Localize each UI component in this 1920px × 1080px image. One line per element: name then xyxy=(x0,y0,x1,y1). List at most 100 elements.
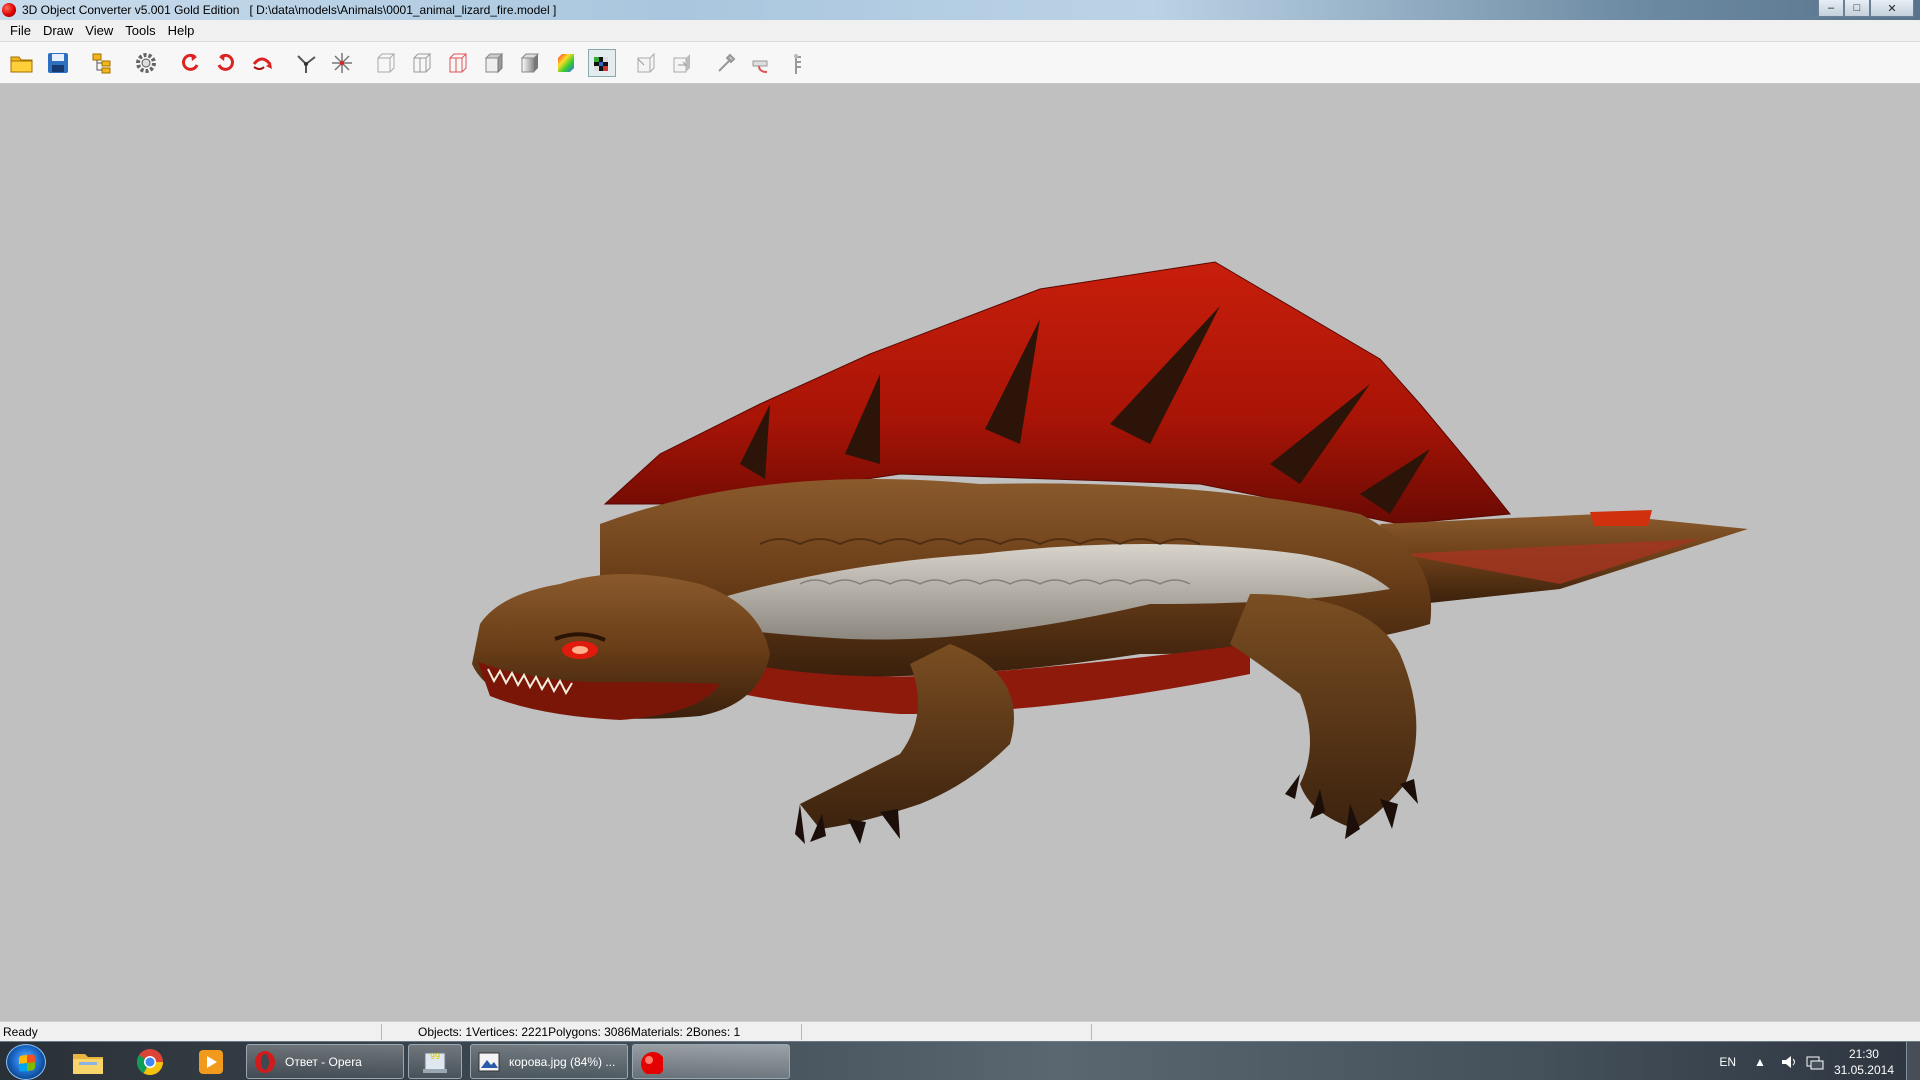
task-notepad[interactable]: 99 xyxy=(408,1044,462,1079)
image-viewer-icon xyxy=(478,1052,500,1071)
title-bar[interactable]: 3D Object Converter v5.001 Gold Edition … xyxy=(0,0,1920,20)
windows-logo-icon xyxy=(19,1054,35,1072)
settings-button[interactable] xyxy=(132,49,160,77)
volume-icon[interactable] xyxy=(1780,1054,1798,1070)
minimize-button[interactable]: – xyxy=(1818,0,1844,17)
pinned-explorer[interactable] xyxy=(62,1045,114,1079)
lizard-model xyxy=(472,261,1748,844)
clock[interactable]: 21:30 31.05.2014 xyxy=(1834,1046,1894,1078)
wireframe-box-icon xyxy=(413,53,432,72)
start-button[interactable] xyxy=(6,1044,46,1080)
task-opera[interactable]: Ответ - Opera xyxy=(246,1044,404,1079)
maximize-button[interactable]: □ xyxy=(1844,0,1870,17)
status-stats: Objects: 1 Vertices: 2221 Polygons: 3086… xyxy=(382,1023,802,1040)
rotate-right-button[interactable] xyxy=(212,49,240,77)
language-indicator[interactable]: EN xyxy=(1719,1055,1736,1069)
color-button[interactable] xyxy=(552,49,580,77)
status-materials: Materials: 2 xyxy=(630,1024,693,1039)
show-hidden-icons-icon[interactable]: ▲ xyxy=(1754,1055,1766,1069)
menu-help[interactable]: Help xyxy=(162,23,201,38)
status-objects: Objects: 1 xyxy=(418,1024,473,1039)
pinned-chrome[interactable] xyxy=(124,1045,176,1079)
menu-file[interactable]: File xyxy=(4,23,37,38)
open-folder-icon xyxy=(10,56,33,72)
rotate-free-icon xyxy=(252,57,272,70)
hierarchy-button[interactable] xyxy=(88,49,116,77)
wireframe-box-button[interactable] xyxy=(408,49,436,77)
axes-icon xyxy=(297,54,316,73)
menu-tools[interactable]: Tools xyxy=(119,23,161,38)
3d-object-converter-icon xyxy=(641,1051,663,1074)
toolbar xyxy=(0,42,1920,84)
task-image-viewer[interactable]: корова.jpg (84%) ... xyxy=(470,1044,628,1079)
open-button[interactable] xyxy=(8,49,36,77)
status-pane-empty xyxy=(802,1023,1092,1040)
task-3d-object-converter[interactable] xyxy=(632,1044,790,1079)
flat-shade-button[interactable] xyxy=(480,49,508,77)
color-icon xyxy=(558,53,574,72)
window-controls: – □ ✕ xyxy=(1818,0,1914,17)
status-pane-rest xyxy=(1092,1024,1920,1040)
status-ready: Ready xyxy=(0,1023,382,1040)
rotate-free-button[interactable] xyxy=(248,49,276,77)
close-button[interactable]: ✕ xyxy=(1870,0,1914,17)
task-opera-label: Ответ - Opera xyxy=(285,1054,362,1069)
normals-button[interactable] xyxy=(632,49,660,77)
window-title: 3D Object Converter v5.001 Gold Edition … xyxy=(22,3,557,17)
smooth-shade-button[interactable] xyxy=(516,49,544,77)
backface-icon xyxy=(673,53,690,72)
svg-text:99: 99 xyxy=(430,1052,440,1061)
backface-button[interactable] xyxy=(668,49,696,77)
smooth-shade-icon xyxy=(520,53,540,72)
light-icon xyxy=(718,53,736,72)
minimize-icon: – xyxy=(1827,2,1835,14)
settings-gear-icon xyxy=(136,52,156,73)
clock-date: 31.05.2014 xyxy=(1833,1062,1894,1077)
app-icon[interactable] xyxy=(2,3,16,17)
wireframe-button[interactable] xyxy=(372,49,400,77)
status-polygons: Polygons: 3086 xyxy=(548,1024,631,1039)
close-icon: ✕ xyxy=(1887,2,1897,15)
taskbar: Ответ - Opera 99 корова.jpg (84%) ... EN… xyxy=(0,1041,1920,1080)
menu-bar: File Draw View Tools Help xyxy=(0,20,1920,42)
axes-button[interactable] xyxy=(292,49,320,77)
move-icon xyxy=(332,52,352,73)
move-button[interactable] xyxy=(328,49,356,77)
menu-view[interactable]: View xyxy=(79,23,119,38)
rotate-left-icon xyxy=(182,53,199,71)
show-desktop-button[interactable] xyxy=(1906,1042,1920,1080)
wireframe-red-button[interactable] xyxy=(444,49,472,77)
pinned-media-player[interactable] xyxy=(185,1045,237,1079)
network-icon[interactable] xyxy=(1806,1054,1824,1070)
bones-icon xyxy=(794,53,801,74)
chrome-icon xyxy=(136,1049,164,1076)
rotate-right-icon xyxy=(217,53,234,71)
save-icon xyxy=(48,52,68,73)
normals-icon xyxy=(637,52,655,72)
camera-icon xyxy=(752,60,768,73)
light-button[interactable] xyxy=(712,49,740,77)
maximize-icon: □ xyxy=(1853,2,1861,14)
status-bones: Bones: 1 xyxy=(692,1024,741,1039)
explorer-icon xyxy=(73,1054,103,1074)
notepad-icon: 99 xyxy=(423,1052,447,1073)
texture-icon xyxy=(594,56,608,71)
3d-viewport[interactable] xyxy=(0,84,1920,1021)
flat-shade-icon xyxy=(484,52,504,73)
task-image-viewer-label: корова.jpg (84%) ... xyxy=(509,1054,616,1069)
camera-button[interactable] xyxy=(748,49,776,77)
status-bar: Ready Objects: 1 Vertices: 2221 Polygons… xyxy=(0,1021,1920,1041)
system-tray: EN ▲ 21:30 31.05.2014 xyxy=(1719,1042,1920,1080)
media-player-icon xyxy=(199,1050,223,1074)
save-button[interactable] xyxy=(44,49,72,77)
wireframe-icon xyxy=(377,53,396,72)
status-vertices: Vertices: 2221 xyxy=(472,1024,549,1039)
menu-draw[interactable]: Draw xyxy=(37,23,79,38)
opera-icon xyxy=(255,1050,275,1073)
texture-button[interactable] xyxy=(588,48,616,77)
bones-button[interactable] xyxy=(784,49,812,77)
clock-time: 21:30 xyxy=(1848,1046,1879,1061)
wireframe-red-icon xyxy=(449,53,468,72)
hierarchy-icon xyxy=(92,53,111,73)
rotate-left-button[interactable] xyxy=(176,49,204,77)
